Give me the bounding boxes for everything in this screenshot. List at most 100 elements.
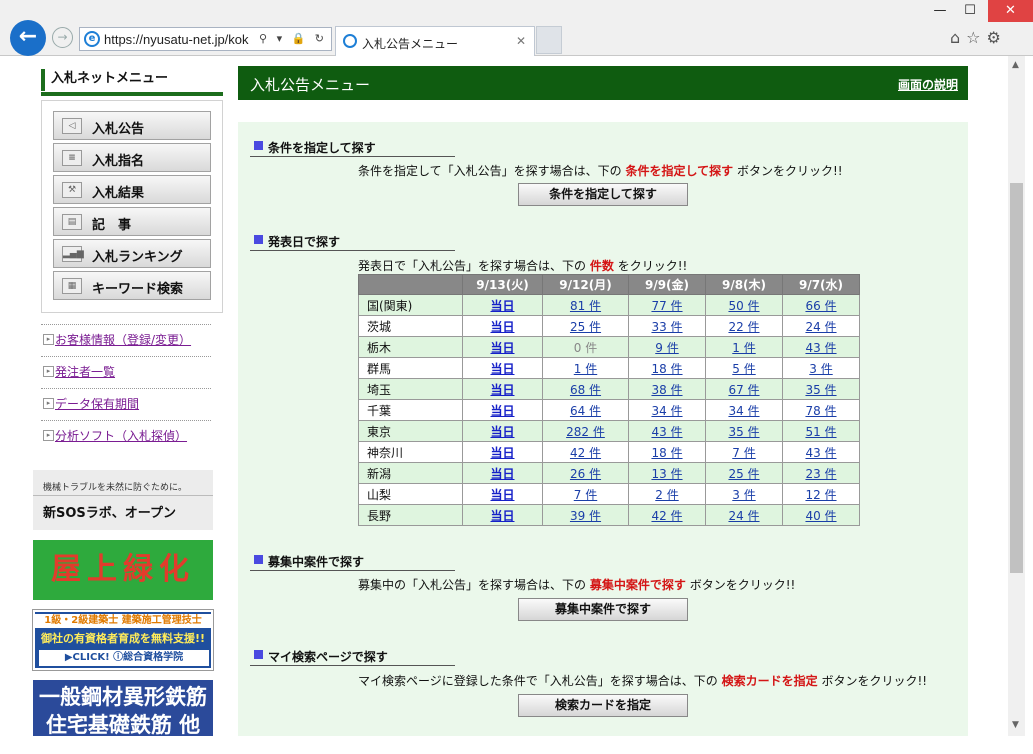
- count-link[interactable]: 43 件: [805, 341, 836, 355]
- count-link[interactable]: 43 件: [651, 425, 682, 439]
- count-link[interactable]: 1 件: [574, 362, 597, 376]
- search-recruiting-button[interactable]: 募集中案件で探す: [518, 598, 688, 621]
- maximize-icon[interactable]: ☐: [955, 0, 985, 22]
- count-link[interactable]: 7 件: [574, 488, 597, 502]
- address-bar[interactable]: e https://nyusatu-net.jp/kok ⚲ ▾ 🔒 ↻: [79, 27, 332, 51]
- sidebar-item-nyusatsu-shimei[interactable]: ≡ 入札指名: [53, 143, 211, 172]
- count-link[interactable]: 7 件: [732, 446, 755, 460]
- count-link[interactable]: 33 件: [651, 320, 682, 334]
- link-analysis-software[interactable]: 分析ソフト（入札探偵）: [41, 420, 211, 448]
- count-link[interactable]: 282 件: [566, 425, 605, 439]
- count-link[interactable]: 35 件: [728, 425, 759, 439]
- back-arrow-icon[interactable]: ←: [10, 20, 46, 56]
- count-cell: 3 件: [782, 357, 860, 379]
- count-link[interactable]: 34 件: [651, 404, 682, 418]
- today-link[interactable]: 当日: [490, 425, 514, 439]
- count-link[interactable]: 18 件: [651, 446, 682, 460]
- count-link[interactable]: 64 件: [570, 404, 601, 418]
- today-link[interactable]: 当日: [490, 362, 514, 376]
- today-link[interactable]: 当日: [490, 320, 514, 334]
- scroll-up-icon[interactable]: ▲: [1012, 60, 1019, 70]
- megaphone-icon: ◁: [62, 118, 82, 134]
- browser-chrome: — ☐ ✕ ← → e https://nyusatu-net.jp/kok ⚲…: [0, 0, 1033, 56]
- count-link[interactable]: 51 件: [805, 425, 836, 439]
- sidebar-item-label: 記 事: [92, 218, 132, 233]
- today-link[interactable]: 当日: [490, 446, 514, 460]
- count-link[interactable]: 38 件: [651, 383, 682, 397]
- count-link[interactable]: 67 件: [728, 383, 759, 397]
- count-link[interactable]: 40 件: [805, 509, 836, 523]
- count-link[interactable]: 1 件: [732, 341, 755, 355]
- address-controls[interactable]: ⚲ ▾ 🔒 ↻: [259, 32, 327, 45]
- count-link[interactable]: 2 件: [655, 488, 678, 502]
- count-link[interactable]: 3 件: [732, 488, 755, 502]
- count-link[interactable]: 39 件: [570, 509, 601, 523]
- search-by-conditions-button[interactable]: 条件を指定して探す: [518, 183, 688, 206]
- today-link[interactable]: 当日: [490, 404, 514, 418]
- scrollbar-thumb[interactable]: [1010, 183, 1023, 573]
- count-link[interactable]: 81 件: [570, 299, 601, 313]
- count-link[interactable]: 23 件: [805, 467, 836, 481]
- prefecture-cell: 神奈川: [358, 441, 463, 463]
- close-icon[interactable]: ✕: [988, 0, 1033, 22]
- sidebar-item-nyusatsu-kekka[interactable]: ⚒ 入札結果: [53, 175, 211, 204]
- ad-rooftop-greening[interactable]: 屋上緑化: [33, 540, 213, 600]
- url-text: https://nyusatu-net.jp/kok: [104, 32, 249, 47]
- sidebar-item-nyusatsu-koukoku[interactable]: ◁ 入札公告: [53, 111, 211, 140]
- new-tab-button[interactable]: [536, 26, 562, 54]
- scroll-down-icon[interactable]: ▼: [1012, 720, 1019, 730]
- ad-sos-lab[interactable]: 機械トラブルを未然に防ぐために。 新SOSラボ、オープン: [33, 470, 213, 530]
- count-cell: 5 件: [705, 357, 783, 379]
- count-link[interactable]: 35 件: [805, 383, 836, 397]
- link-data-retention[interactable]: データ保有期間: [41, 388, 211, 416]
- count-link[interactable]: 66 件: [805, 299, 836, 313]
- sidebar-item-kiji[interactable]: ▤ 記 事: [53, 207, 211, 236]
- sidebar-item-label: キーワード検索: [92, 282, 184, 297]
- help-link[interactable]: 画面の説明: [898, 76, 958, 93]
- count-link[interactable]: 18 件: [651, 362, 682, 376]
- toolbar-icons[interactable]: ⌂☆⚙: [950, 28, 1007, 47]
- count-link[interactable]: 26 件: [570, 467, 601, 481]
- count-link[interactable]: 12 件: [805, 488, 836, 502]
- count-link[interactable]: 5 件: [732, 362, 755, 376]
- count-cell: 3 件: [705, 483, 783, 505]
- count-cell: 67 件: [705, 378, 783, 400]
- ad-rebar[interactable]: 一般鋼材異形鉄筋 住宅基礎鉄筋 他: [33, 680, 213, 736]
- count-link[interactable]: 68 件: [570, 383, 601, 397]
- today-link[interactable]: 当日: [490, 299, 514, 313]
- count-link[interactable]: 22 件: [728, 320, 759, 334]
- tab-close-icon[interactable]: ✕: [516, 34, 526, 48]
- today-link[interactable]: 当日: [490, 383, 514, 397]
- forward-arrow-icon[interactable]: →: [52, 27, 73, 48]
- link-orderer-list[interactable]: 発注者一覧: [41, 356, 211, 384]
- tab-nyusatsu-menu[interactable]: 入札公告メニュー ✕: [335, 26, 535, 56]
- count-link[interactable]: 42 件: [570, 446, 601, 460]
- count-link[interactable]: 25 件: [570, 320, 601, 334]
- date-count-table: 9/13(火) 9/12(月) 9/9(金) 9/8(木) 9/7(水) 国(関東) 当日…: [358, 274, 860, 526]
- today-link[interactable]: 当日: [490, 341, 514, 355]
- today-link[interactable]: 当日: [490, 488, 514, 502]
- count-link[interactable]: 25 件: [728, 467, 759, 481]
- count-link[interactable]: 13 件: [651, 467, 682, 481]
- count-link[interactable]: 43 件: [805, 446, 836, 460]
- count-link[interactable]: 9 件: [655, 341, 678, 355]
- table-row: 国(関東) 当日 81 件 77 件 50 件 66 件: [358, 294, 860, 316]
- sidebar-item-ranking[interactable]: ▂▄▆ 入札ランキング: [53, 239, 211, 268]
- count-link[interactable]: 24 件: [805, 320, 836, 334]
- today-link[interactable]: 当日: [490, 467, 514, 481]
- count-link[interactable]: 78 件: [805, 404, 836, 418]
- section-heading-conditions: 条件を指定して探す: [250, 139, 455, 157]
- today-link[interactable]: 当日: [490, 509, 514, 523]
- count-link[interactable]: 50 件: [728, 299, 759, 313]
- vertical-scrollbar[interactable]: ▲ ▼: [1008, 56, 1025, 736]
- sidebar-item-keyword[interactable]: ▦ キーワード検索: [53, 271, 211, 300]
- count-link[interactable]: 77 件: [651, 299, 682, 313]
- search-card-button[interactable]: 検索カードを指定: [518, 694, 688, 717]
- count-link[interactable]: 3 件: [809, 362, 832, 376]
- ad-sougou-shikaku[interactable]: 1級・2級建築士 建築施工管理技士 御社の有資格者育成を無料支援!! ▶CLIC…: [32, 609, 214, 671]
- minimize-icon[interactable]: —: [925, 0, 955, 22]
- link-customer-info[interactable]: お客様情報（登録/変更）: [41, 324, 211, 352]
- count-link[interactable]: 34 件: [728, 404, 759, 418]
- count-link[interactable]: 24 件: [728, 509, 759, 523]
- count-link[interactable]: 42 件: [651, 509, 682, 523]
